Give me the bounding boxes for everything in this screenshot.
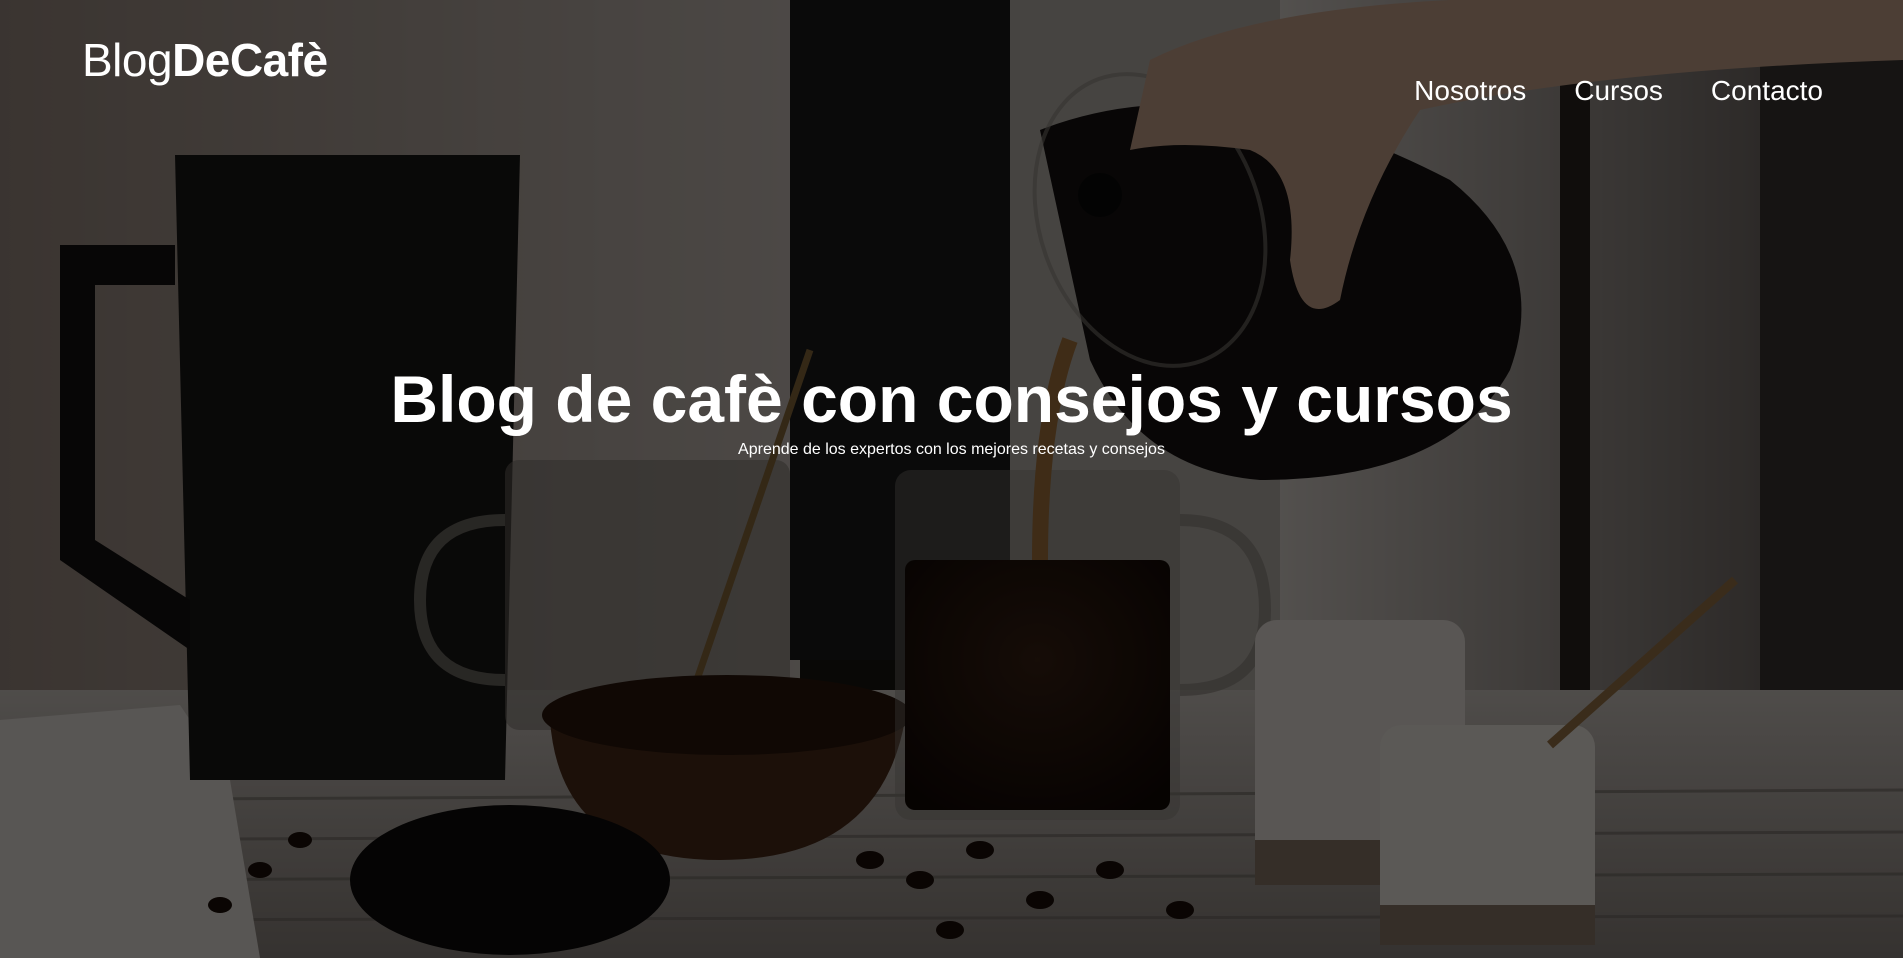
nav-link-nosotros[interactable]: Nosotros xyxy=(1414,74,1526,108)
site-header: BlogDeCafè Nosotros Cursos Contacto xyxy=(0,0,1903,130)
logo-text-light: Blog xyxy=(82,34,173,86)
main-nav: Nosotros Cursos Contacto xyxy=(1414,74,1823,108)
nav-link-contacto[interactable]: Contacto xyxy=(1711,74,1823,108)
hero-section: BlogDeCafè Nosotros Cursos Contacto Blog… xyxy=(0,0,1903,958)
hero-title: Blog de cafè con consejos y cursos xyxy=(390,362,1513,436)
site-logo[interactable]: BlogDeCafè xyxy=(82,34,328,86)
nav-link-cursos[interactable]: Cursos xyxy=(1574,74,1663,108)
hero-subtitle: Aprende de los expertos con los mejores … xyxy=(738,441,1165,458)
logo-text-bold: DeCafè xyxy=(172,34,328,86)
dark-overlay xyxy=(0,0,1903,958)
hero-content: Blog de cafè con consejos y cursos Apren… xyxy=(0,361,1903,460)
